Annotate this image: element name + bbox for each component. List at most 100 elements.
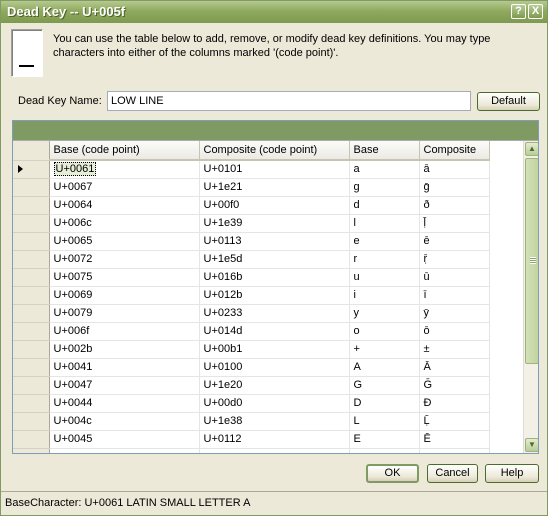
composite-code-cell[interactable]: U+1e20 (199, 376, 350, 395)
base-code-cell[interactable]: U+0045 (49, 430, 200, 449)
composite-cell[interactable]: Ḹ (419, 412, 490, 431)
base-code-cell[interactable]: U+0072 (49, 250, 200, 269)
composite-code-cell[interactable]: U+0233 (199, 304, 350, 323)
scroll-up-arrow-icon[interactable]: ▲ (525, 142, 538, 156)
column-header-base-code[interactable]: Base (code point) (49, 141, 200, 161)
help-button[interactable]: Help (485, 464, 539, 483)
composite-cell[interactable]: ȳ (419, 304, 490, 323)
base-code-cell[interactable]: U+0047 (49, 376, 200, 395)
base-code-cell[interactable]: U+0079 (49, 304, 200, 323)
row-header[interactable] (13, 268, 50, 287)
base-cell[interactable]: d (349, 196, 420, 215)
composite-code-cell[interactable]: U+0112 (199, 430, 350, 449)
base-code-cell[interactable]: U+0064 (49, 196, 200, 215)
table-row[interactable]: U+004c U+1e38 L Ḹ (13, 412, 490, 431)
scroll-down-arrow-icon[interactable]: ▼ (525, 438, 538, 452)
composite-cell[interactable]: ō (419, 322, 490, 341)
composite-code-cell[interactable]: U+00b1 (199, 340, 350, 359)
composite-code-cell[interactable]: U+0101 (199, 160, 350, 179)
base-cell[interactable]: l (349, 214, 420, 233)
base-cell[interactable]: L (349, 412, 420, 431)
table-row[interactable]: U+006f U+014d o ō (13, 322, 490, 341)
composite-code-cell[interactable]: U+1e21 (199, 178, 350, 197)
default-button[interactable]: Default (477, 92, 540, 111)
table-row[interactable]: U+0072 U+1e5d r ṝ (13, 250, 490, 269)
table-row[interactable]: U+0065 U+0113 e ē (13, 232, 490, 251)
base-code-cell[interactable]: U+0061 (49, 160, 200, 179)
column-header-base[interactable]: Base (349, 141, 420, 161)
row-header[interactable] (13, 376, 50, 395)
base-code-cell[interactable]: U+0065 (49, 232, 200, 251)
base-cell[interactable] (349, 448, 420, 453)
row-header[interactable] (13, 178, 50, 197)
help-title-button[interactable]: ? (511, 4, 526, 19)
base-cell[interactable]: o (349, 322, 420, 341)
composite-code-cell[interactable]: U+1e5d (199, 250, 350, 269)
base-code-cell[interactable]: U+006c (49, 214, 200, 233)
base-cell[interactable]: y (349, 304, 420, 323)
composite-code-cell[interactable]: U+00d0 (199, 394, 350, 413)
table-row[interactable]: U+002b U+00b1 + ± (13, 340, 490, 359)
row-header[interactable] (13, 448, 50, 453)
row-header[interactable] (13, 160, 50, 179)
table-row[interactable]: U+0079 U+0233 y ȳ (13, 304, 490, 323)
row-header[interactable] (13, 412, 50, 431)
row-header[interactable] (13, 394, 50, 413)
composite-code-cell[interactable]: U+012b (199, 286, 350, 305)
table-row[interactable]: U+0061 U+0101 a ā (13, 160, 490, 179)
base-code-cell[interactable]: U+0041 (49, 358, 200, 377)
base-cell[interactable]: i (349, 286, 420, 305)
composite-cell[interactable]: ṝ (419, 250, 490, 269)
table-row[interactable]: U+0041 U+0100 A Ā (13, 358, 490, 377)
dead-key-name-input[interactable] (107, 91, 471, 111)
base-cell[interactable]: D (349, 394, 420, 413)
base-cell[interactable]: E (349, 430, 420, 449)
base-code-cell[interactable]: U+004c (49, 412, 200, 431)
base-code-cell[interactable]: U+0069 (49, 286, 200, 305)
composite-code-cell[interactable]: U+00f0 (199, 196, 350, 215)
composite-code-cell[interactable]: U+014d (199, 322, 350, 341)
table-row[interactable] (13, 448, 490, 453)
base-cell[interactable]: A (349, 358, 420, 377)
composite-code-cell[interactable]: U+1e38 (199, 412, 350, 431)
composite-code-cell[interactable]: U+0100 (199, 358, 350, 377)
composite-code-cell[interactable]: U+1e39 (199, 214, 350, 233)
base-cell[interactable]: r (349, 250, 420, 269)
row-header[interactable] (13, 250, 50, 269)
composite-code-cell[interactable] (199, 448, 350, 453)
table-row[interactable]: U+0044 U+00d0 D Đ (13, 394, 490, 413)
base-cell[interactable]: g (349, 178, 420, 197)
composite-cell[interactable]: Đ (419, 394, 490, 413)
row-header[interactable] (13, 430, 50, 449)
row-header[interactable] (13, 340, 50, 359)
base-cell[interactable]: + (349, 340, 420, 359)
row-header[interactable] (13, 286, 50, 305)
vertical-scrollbar[interactable]: ▲ ▼ (523, 141, 538, 453)
composite-cell[interactable]: ḹ (419, 214, 490, 233)
row-header[interactable] (13, 196, 50, 215)
row-header[interactable] (13, 304, 50, 323)
scroll-thumb[interactable] (525, 158, 538, 364)
row-header[interactable] (13, 232, 50, 251)
base-cell[interactable]: G (349, 376, 420, 395)
ok-button[interactable]: OK (366, 464, 419, 483)
composite-cell[interactable]: Ē (419, 430, 490, 449)
composite-code-cell[interactable]: U+016b (199, 268, 350, 287)
base-code-cell[interactable]: U+0075 (49, 268, 200, 287)
composite-cell[interactable]: Ā (419, 358, 490, 377)
base-cell[interactable]: e (349, 232, 420, 251)
table-row[interactable]: U+0069 U+012b i ī (13, 286, 490, 305)
row-header[interactable] (13, 322, 50, 341)
base-cell[interactable]: u (349, 268, 420, 287)
close-button[interactable]: X (528, 4, 543, 19)
cancel-button[interactable]: Cancel (427, 464, 478, 483)
table-row[interactable]: U+0047 U+1e20 G Ḡ (13, 376, 490, 395)
table-row[interactable]: U+0064 U+00f0 d ð (13, 196, 490, 215)
table-row[interactable]: U+0045 U+0112 E Ē (13, 430, 490, 449)
base-cell[interactable]: a (349, 160, 420, 179)
composite-cell[interactable]: ē (419, 232, 490, 251)
row-header[interactable] (13, 358, 50, 377)
row-header[interactable] (13, 214, 50, 233)
base-code-cell[interactable]: U+006f (49, 322, 200, 341)
title-bar[interactable]: Dead Key -- U+005f ? X (1, 1, 547, 23)
